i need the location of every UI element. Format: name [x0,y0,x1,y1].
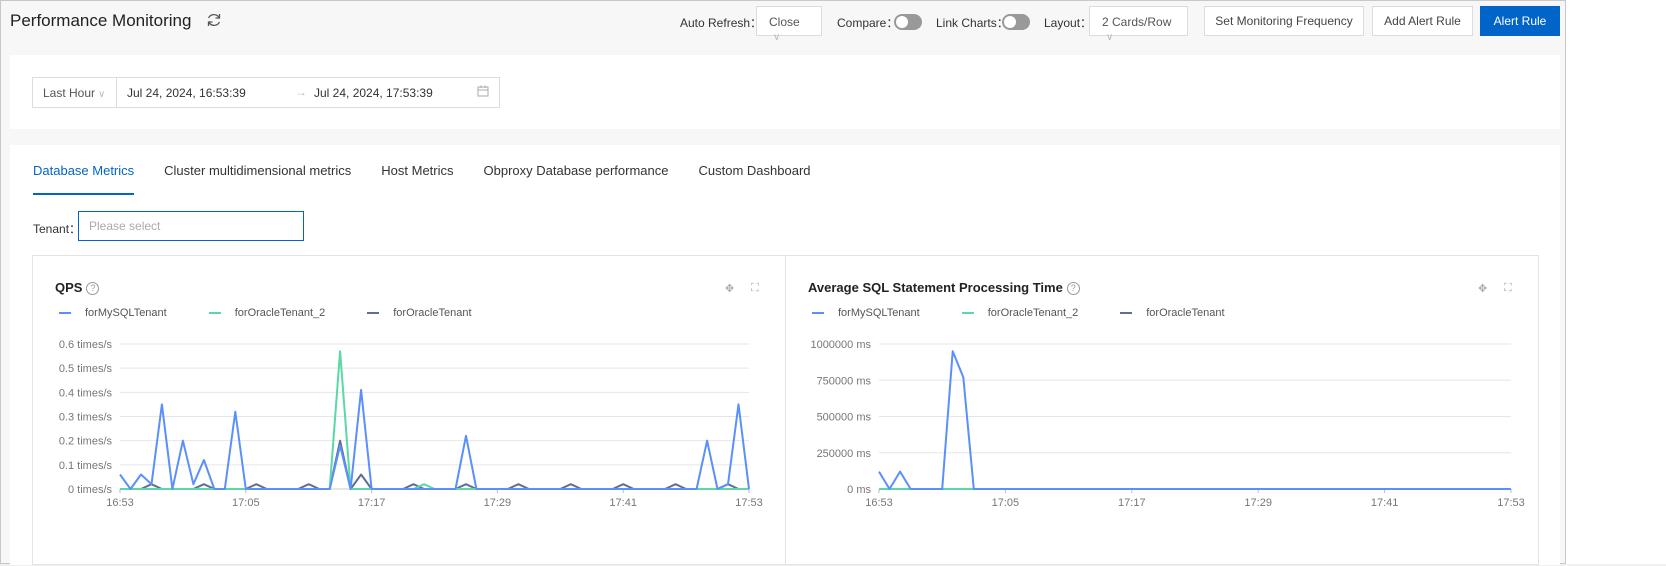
y-tick-label: 0.1 times/s [59,460,113,472]
alert-rule-button[interactable]: Alert Rule [1480,6,1560,36]
metrics-card: Database Metrics Cluster multidimensiona… [10,145,1560,565]
header: Performance Monitoring Auto Refresh： Clo… [1,1,1565,43]
x-tick-label: 17:05 [232,497,260,509]
x-tick-label: 16:53 [106,497,134,509]
y-tick-label: 0.6 times/s [59,339,113,351]
y-tick-label: 1000000 ms [810,339,871,351]
end-time[interactable]: Jul 24, 2024, 17:53:39 [314,86,433,100]
y-tick-label: 250000 ms [817,448,872,460]
arrow-right-icon: → [295,85,307,99]
qps-chart-card: QPS? ✥ ⛶ forMySQLTenant forOracleTenant_… [32,255,786,565]
sql-time-chart-card: Average SQL Statement Processing Time? ✥… [785,255,1539,565]
qps-plot: 0 times/s 0.1 times/s 0.2 times/s 0.3 times… [59,339,763,509]
x-tick-label: 17:17 [1118,497,1146,509]
x-tick-label: 17:53 [735,497,763,509]
y-tick-label: 0.2 times/s [59,436,113,448]
page: Performance Monitoring Auto Refresh： Clo… [0,0,1566,565]
y-tick-label: 500000 ms [817,412,872,424]
auto-refresh-select[interactable]: Close ∨ [756,6,822,43]
y-tick-label: 750000 ms [817,375,872,387]
chevron-down-icon: ∨ [98,89,106,100]
time-range-card: Last Hour ∨ Jul 24, 2024, 16:53:39 → Jul … [10,55,1560,129]
series-line-forMySQLTenant [878,350,1511,490]
x-tick-label: 16:53 [865,497,893,509]
layout-value: 2 Cards/Row [1102,15,1172,29]
calendar-icon[interactable] [477,85,489,97]
y-tick-label: 0 times/s [68,484,113,496]
page-margin [1566,0,1666,564]
page-title: Performance Monitoring [10,11,192,30]
auto-refresh-value: Close [769,15,800,29]
tab-obproxy-database-performance[interactable]: Obproxy Database performance [484,145,669,195]
start-time[interactable]: Jul 24, 2024, 16:53:39 [127,86,246,100]
x-tick-label: 17:17 [358,497,386,509]
auto-refresh-label: Auto Refresh： [680,16,763,30]
tab-host-metrics[interactable]: Host Metrics [381,145,453,195]
x-tick-label: 17:41 [609,497,637,509]
link-charts-label: Link Charts： [936,16,1009,30]
series-line-forMySQLTenant [119,388,750,490]
time-range-picker[interactable]: Last Hour ∨ Jul 24, 2024, 16:53:39 → Jul … [32,77,500,108]
x-tick-label: 17:41 [1371,497,1399,509]
tab-custom-dashboard[interactable]: Custom Dashboard [699,145,811,195]
x-tick-label: 17:29 [1244,497,1272,509]
y-tick-label: 0 ms [847,484,871,496]
compare-toggle[interactable] [894,14,922,30]
tab-cluster-multidimensional-metrics[interactable]: Cluster multidimensional metrics [164,145,351,195]
add-alert-rule-button[interactable]: Add Alert Rule [1372,6,1473,36]
metrics-tabs: Database Metrics Cluster multidimensiona… [33,145,841,195]
layout-label: Layout： [1044,16,1093,30]
y-tick-label: 0.4 times/s [59,387,113,399]
x-tick-label: 17:05 [992,497,1020,509]
y-tick-label: 0.5 times/s [59,363,113,375]
chevron-down-icon: ∨ [773,32,781,43]
y-tick-label: 0.3 times/s [59,412,113,424]
x-tick-label: 17:53 [1497,497,1525,509]
compare-label: Compare： [837,16,899,30]
layout-select[interactable]: 2 Cards/Row ∨ [1089,6,1188,43]
series-line-forOracleTenant_2 [120,350,749,490]
set-monitoring-frequency-button[interactable]: Set Monitoring Frequency [1204,6,1364,36]
chevron-down-icon: ∨ [1106,32,1114,43]
x-tick-label: 17:29 [484,497,512,509]
refresh-icon[interactable] [206,12,222,28]
tenant-label: Tenant： [33,222,82,236]
sql-time-plot: 0 ms 250000 ms 500000 ms 750000 ms 1000000 m… [810,339,1525,509]
tab-database-metrics[interactable]: Database Metrics [33,145,135,195]
time-preset-select[interactable]: Last Hour ∨ [33,78,117,107]
tenant-select[interactable] [78,211,304,241]
time-preset-value: Last Hour [43,86,96,100]
link-charts-toggle[interactable] [1002,14,1030,30]
